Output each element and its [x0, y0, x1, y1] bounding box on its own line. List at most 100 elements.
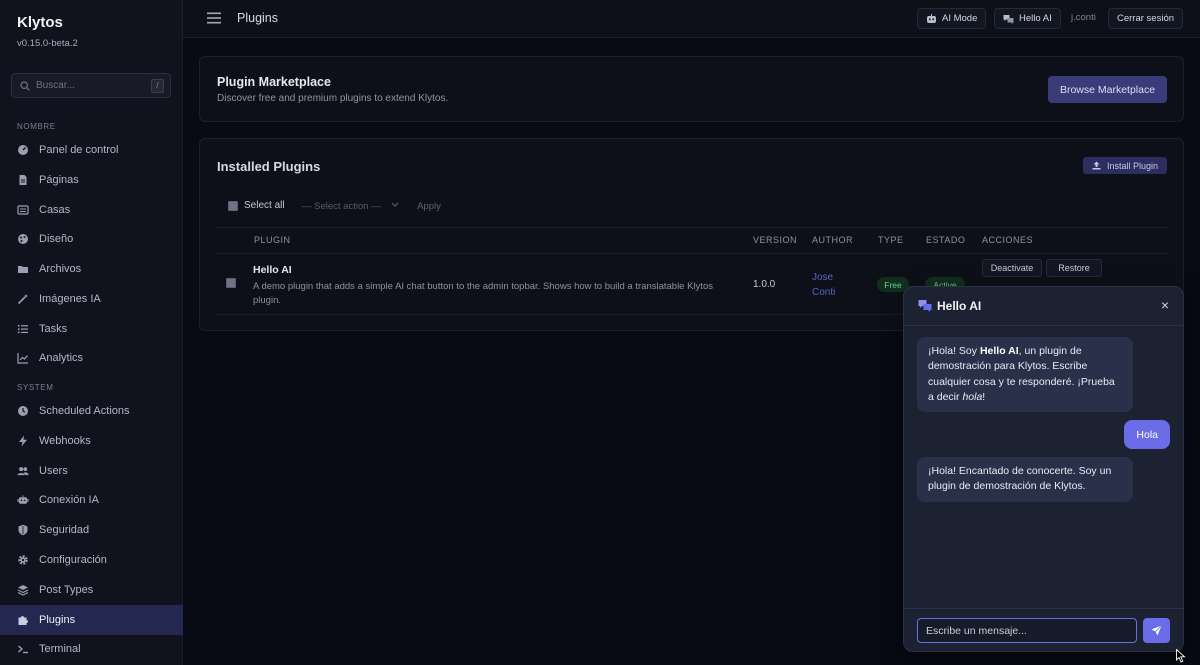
- select-all-checkbox[interactable]: Select all: [228, 200, 285, 211]
- search-box[interactable]: Buscar... /: [11, 73, 171, 98]
- sidebar-item-label: Casas: [39, 204, 71, 216]
- message-text: !: [982, 390, 986, 403]
- close-icon[interactable]: ×: [1161, 298, 1169, 312]
- send-icon: [1151, 625, 1162, 636]
- users-icon: [17, 465, 29, 477]
- sidebar-item-tasks[interactable]: Tasks: [0, 314, 183, 344]
- chat-message-input[interactable]: [917, 618, 1137, 643]
- sidebar-item-files[interactable]: Archivos: [0, 254, 183, 284]
- sidebar-item-label: Webhooks: [39, 435, 91, 447]
- sidebar-item-label: Páginas: [39, 174, 79, 186]
- send-button[interactable]: [1143, 618, 1170, 643]
- chat-header: Hello AI ×: [904, 287, 1183, 326]
- install-plugin-label: Install Plugin: [1106, 160, 1159, 171]
- sidebar-item-label: Users: [39, 465, 68, 477]
- topbar: Plugins AI Mode Hello AI j.conti Cerrar …: [183, 0, 1200, 38]
- sidebar-item-scheduled-actions[interactable]: Scheduled Actions: [0, 396, 183, 426]
- bulk-action-select[interactable]: — Select action —: [300, 197, 403, 215]
- document-icon: [17, 174, 29, 186]
- select-all-label: Select all: [244, 200, 285, 211]
- column-header-version: VERSION: [753, 235, 798, 245]
- newspaper-icon: [17, 204, 29, 216]
- chat-bubbles-icon: [918, 300, 932, 312]
- sidebar: Klytos v0.15.0-beta.2 Buscar... / NOMBRE…: [0, 0, 183, 665]
- logout-button[interactable]: Cerrar sesión: [1108, 8, 1184, 29]
- column-header-type: TYPE: [878, 235, 904, 245]
- sidebar-item-dashboard[interactable]: Panel de control: [0, 135, 183, 165]
- user-name: j.conti: [1071, 12, 1096, 23]
- sidebar-item-label: Archivos: [39, 263, 82, 275]
- sidebar-item-label: Configuración: [39, 554, 107, 566]
- ai-mode-button[interactable]: AI Mode: [917, 8, 987, 29]
- sidebar-item-post-types[interactable]: Post Types: [0, 575, 183, 605]
- ai-mode-label: AI Mode: [942, 13, 978, 24]
- hamburger-menu-icon[interactable]: [207, 12, 221, 24]
- sidebar-item-label: Post Types: [39, 584, 94, 596]
- chevron-down-icon: [391, 202, 399, 207]
- sidebar-item-ai-images[interactable]: Imágenes IA: [0, 284, 183, 314]
- row-checkbox[interactable]: [226, 278, 236, 288]
- sidebar-item-label: Plugins: [39, 614, 76, 626]
- message-bold-text: Hello AI: [979, 345, 1019, 357]
- checkbox[interactable]: [228, 200, 238, 211]
- marketplace-card: Plugin Marketplace Discover free and pre…: [199, 56, 1184, 122]
- chat-message-user: Hola: [1124, 420, 1170, 449]
- sidebar-item-label: Seguridad: [39, 524, 90, 536]
- search-icon: [20, 81, 30, 91]
- sidebar-item-plugins[interactable]: Plugins: [0, 605, 183, 635]
- sidebar-item-label: Conexión IA: [39, 494, 99, 506]
- message-italic-text: hola: [962, 390, 983, 403]
- sidebar-item-label: Analytics: [39, 352, 84, 364]
- layers-icon: [17, 584, 29, 596]
- chart-icon: [17, 352, 29, 364]
- page-title: Plugins: [237, 11, 278, 25]
- sidebar-item-terminal[interactable]: Terminal: [0, 634, 183, 664]
- nav-section-main: NOMBRE: [17, 122, 56, 131]
- browse-marketplace-button[interactable]: Browse Marketplace: [1048, 76, 1167, 103]
- chat-footer: [904, 608, 1183, 651]
- sidebar-item-settings[interactable]: Configuración: [0, 545, 183, 575]
- sidebar-item-label: Tasks: [39, 323, 68, 335]
- hello-ai-label: Hello AI: [1019, 13, 1052, 24]
- sidebar-item-label: Scheduled Actions: [39, 405, 130, 417]
- nav-section-system: SYSTEM: [17, 383, 54, 392]
- restore-button[interactable]: Restore: [1046, 259, 1102, 277]
- chat-bubbles-icon: [1003, 14, 1014, 24]
- table-divider: [215, 227, 1168, 228]
- sidebar-item-users[interactable]: Users: [0, 456, 183, 486]
- magic-wand-icon: [17, 293, 29, 305]
- sidebar-item-ai-connection[interactable]: Conexión IA: [0, 485, 183, 515]
- gear-icon: [17, 554, 29, 566]
- sidebar-item-pages[interactable]: Páginas: [0, 165, 183, 195]
- message-text: ¡Hola! Soy: [928, 345, 980, 357]
- sidebar-item-design[interactable]: Diseño: [0, 224, 183, 254]
- folder-icon: [17, 263, 29, 275]
- column-header-actions: ACCIONES: [982, 235, 1034, 245]
- sidebar-item-label: Terminal: [39, 643, 81, 655]
- hello-ai-button[interactable]: Hello AI: [994, 8, 1061, 29]
- search-shortcut-key: /: [151, 79, 164, 93]
- sidebar-item-security[interactable]: Seguridad: [0, 515, 183, 545]
- hello-ai-chat-panel: Hello AI × ¡Hola! Soy Hello AI, un plugi…: [903, 286, 1184, 652]
- search-input[interactable]: Buscar...: [36, 80, 75, 91]
- upload-icon: [1092, 161, 1101, 170]
- sidebar-item-label: Diseño: [39, 233, 74, 245]
- column-header-state: ESTADO: [926, 235, 966, 245]
- deactivate-button[interactable]: Deactivate: [982, 259, 1042, 277]
- sidebar-item-casas[interactable]: Casas: [0, 195, 183, 225]
- brand-name: Klytos: [17, 14, 63, 31]
- plugin-author-link[interactable]: Jose Conti: [812, 270, 852, 300]
- column-header-author: AUTHOR: [812, 235, 853, 245]
- palette-icon: [17, 233, 29, 245]
- clock-icon: [17, 405, 29, 417]
- marketplace-subtitle: Discover free and premium plugins to ext…: [217, 93, 449, 104]
- installed-plugins-title: Installed Plugins: [217, 159, 321, 174]
- sidebar-item-analytics[interactable]: Analytics: [0, 343, 183, 373]
- plugin-description: A demo plugin that adds a simple AI chat…: [253, 281, 713, 306]
- shield-icon: [17, 524, 29, 536]
- apply-button[interactable]: Apply: [409, 197, 449, 215]
- plugin-name: Hello AI: [253, 264, 292, 276]
- sidebar-item-label: Imágenes IA: [39, 293, 101, 305]
- sidebar-item-webhooks[interactable]: Webhooks: [0, 426, 183, 456]
- install-plugin-button[interactable]: Install Plugin: [1083, 157, 1167, 174]
